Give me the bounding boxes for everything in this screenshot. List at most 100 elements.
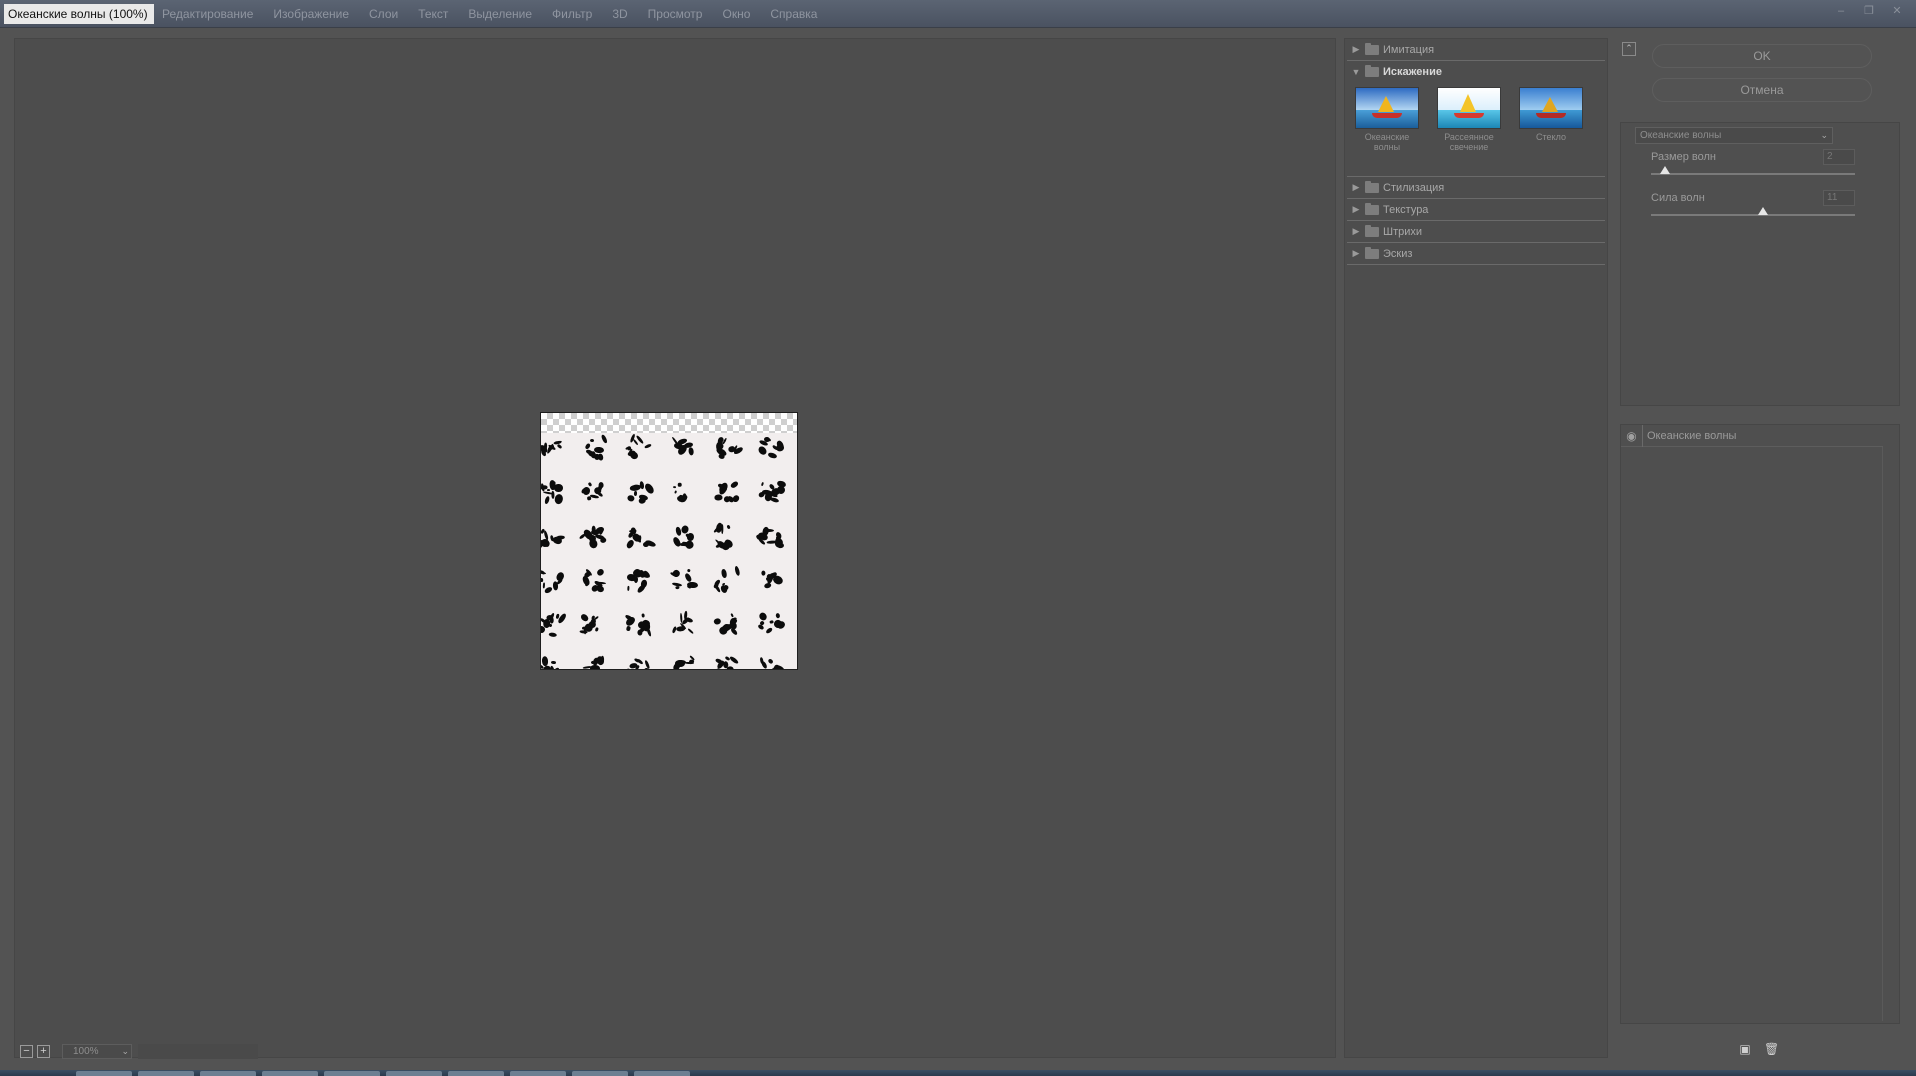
title-bar: Редактирование Изображение Слои Текст Вы… — [0, 0, 1916, 28]
ripple-blob — [581, 567, 607, 593]
ripple-blob — [579, 525, 607, 550]
preview-area[interactable] — [14, 38, 1336, 1058]
effect-layers-empty-area — [1621, 447, 1883, 1021]
collapse-gallery-icon[interactable]: ⌃ — [1622, 42, 1636, 56]
ripple-magnitude-input[interactable]: 11 — [1823, 190, 1855, 206]
taskbar-item[interactable] — [324, 1071, 380, 1076]
folder-label: Имитация — [1383, 43, 1435, 56]
param-ripple-magnitude: Сила волн 11 — [1651, 190, 1855, 216]
ripple-blob — [756, 436, 786, 461]
ripple-blob — [625, 657, 651, 669]
menu-view[interactable]: Просмотр — [638, 6, 713, 22]
taskbar-item[interactable] — [448, 1071, 504, 1076]
folder-icon — [1365, 224, 1379, 237]
thumbnail-image — [1355, 87, 1419, 129]
folder-icon — [1365, 246, 1379, 259]
ripple-blob — [757, 569, 784, 593]
menu-window[interactable]: Окно — [712, 6, 760, 22]
menu-text[interactable]: Текст — [408, 6, 458, 22]
menu-edit[interactable]: Редактирование — [152, 6, 263, 22]
taskbar-item[interactable] — [200, 1071, 256, 1076]
effect-layer-row[interactable]: ◉ Океанские волны — [1621, 424, 1883, 447]
effect-layer-label: Океанские волны — [1647, 429, 1737, 442]
ripple-blob — [581, 655, 607, 669]
minimize-icon[interactable]: – — [1828, 2, 1854, 20]
ripple-blob — [713, 565, 741, 595]
eye-icon[interactable]: ◉ — [1621, 424, 1643, 447]
ripple-blob — [541, 437, 563, 461]
menu-3d[interactable]: 3D — [602, 6, 637, 22]
ripple-blob — [669, 436, 695, 461]
ripple-magnitude-slider-thumb[interactable] — [1758, 207, 1769, 215]
menu-help[interactable]: Справка — [760, 6, 827, 22]
thumb-diffuse-glow[interactable]: Рассеянное свечение — [1437, 87, 1501, 176]
window-controls: – ❐ ✕ — [1828, 2, 1910, 20]
filter-select-value: Океанские волны — [1640, 130, 1722, 141]
thumbnail-caption: Рассеянное свечение — [1444, 132, 1494, 152]
menu-layers[interactable]: Слои — [359, 6, 408, 22]
thumb-glass[interactable]: Стекло — [1519, 87, 1583, 176]
ripple-blob — [624, 613, 652, 637]
ripple-blob — [713, 522, 739, 551]
zoom-select[interactable]: 100% ⌄ — [62, 1043, 132, 1059]
ripple-blob — [669, 568, 699, 593]
thumbnail-image — [1519, 87, 1583, 129]
ripple-blob — [669, 481, 695, 505]
ripple-blob — [580, 481, 607, 505]
folder-texture[interactable]: ▶ Текстура — [1347, 199, 1605, 221]
folder-distort[interactable]: ▼ Искажение — [1347, 61, 1605, 83]
folder-icon — [1365, 180, 1379, 193]
menu-image[interactable]: Изображение — [263, 6, 359, 22]
menu-select[interactable]: Выделение — [458, 6, 542, 22]
ripple-blob — [541, 569, 566, 595]
settings-panel: ⌃ OK Отмена Океанские волны ⌄ Размер вол… — [1616, 38, 1906, 1058]
folder-label: Искажение — [1383, 66, 1442, 78]
folder-icon — [1365, 42, 1379, 55]
ripple-blob — [579, 612, 607, 637]
folder-sketch[interactable]: ▶ Эскиз — [1347, 243, 1605, 265]
ripple-blob — [712, 612, 739, 637]
ripple-blob — [541, 611, 568, 637]
ripple-blob — [625, 567, 652, 595]
thumb-ocean-ripple[interactable]: Океанские волны — [1355, 87, 1419, 176]
taskbar-item[interactable] — [510, 1071, 566, 1076]
ripple-blob — [757, 657, 785, 669]
slider-track[interactable] — [1651, 173, 1855, 175]
trash-icon[interactable]: 🗑 — [1764, 1042, 1779, 1056]
menu-filter[interactable]: Фильтр — [542, 6, 602, 22]
taskbar-item[interactable] — [138, 1071, 194, 1076]
folder-brush-strokes[interactable]: ▶ Штрихи — [1347, 221, 1605, 243]
ok-button[interactable]: OK — [1652, 44, 1872, 68]
filter-params: Океанские волны ⌄ Размер волн 2 Сила вол… — [1620, 122, 1900, 406]
ripple-blob — [541, 655, 563, 669]
folder-artistic[interactable]: ▶ Имитация — [1347, 39, 1605, 61]
ripple-blob — [625, 433, 652, 461]
filter-select[interactable]: Океанские волны ⌄ — [1635, 127, 1833, 144]
triangle-down-icon: ▼ — [1351, 67, 1361, 77]
taskbar-item[interactable] — [572, 1071, 628, 1076]
new-effect-layer-icon[interactable]: ▣ — [1738, 1042, 1752, 1056]
taskbar-item[interactable] — [386, 1071, 442, 1076]
preview-image[interactable] — [540, 412, 798, 670]
slider-track[interactable] — [1651, 214, 1855, 216]
zoom-in-button[interactable]: + — [37, 1044, 50, 1058]
filter-gallery-dialog: − + 100% ⌄ ▶ Имитация ▼ Искажение Океанс… — [0, 28, 1916, 1070]
thumbnail-caption: Стекло — [1536, 132, 1566, 142]
effect-layers-list: ◉ Океанские волны — [1620, 424, 1900, 1024]
thumbnail-caption: Океанские волны — [1364, 132, 1410, 152]
ripple-blob — [625, 480, 655, 505]
zoom-out-button[interactable]: − — [20, 1044, 33, 1058]
triangle-right-icon: ▶ — [1352, 204, 1360, 214]
ripple-blob — [625, 525, 656, 550]
folder-icon — [1365, 202, 1379, 215]
folder-stylize[interactable]: ▶ Стилизация — [1347, 177, 1605, 199]
taskbar-item[interactable] — [76, 1071, 132, 1076]
maximize-icon[interactable]: ❐ — [1856, 2, 1882, 20]
cancel-button[interactable]: Отмена — [1652, 78, 1872, 102]
ripple-size-slider-thumb[interactable] — [1660, 166, 1671, 174]
ripple-size-input[interactable]: 2 — [1823, 149, 1855, 165]
taskbar-item[interactable] — [634, 1071, 690, 1076]
ocean-ripple-pattern — [541, 433, 797, 669]
taskbar-item[interactable] — [262, 1071, 318, 1076]
close-icon[interactable]: ✕ — [1884, 2, 1910, 20]
